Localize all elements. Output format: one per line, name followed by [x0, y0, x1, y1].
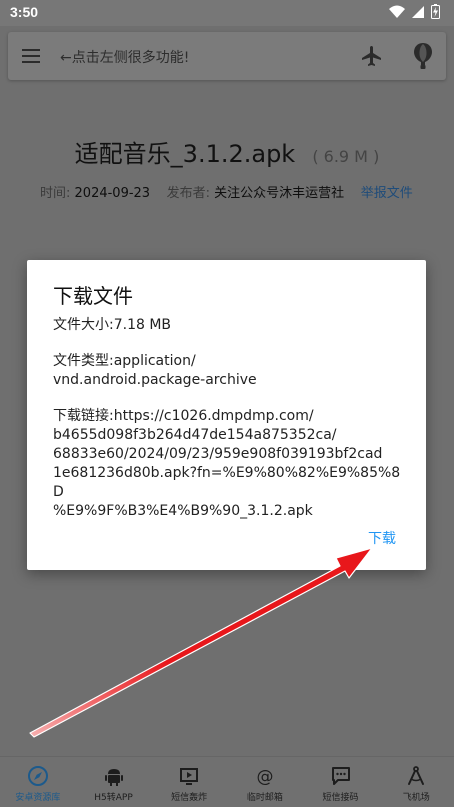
status-icons [389, 4, 440, 19]
nav-label: 安卓资源库 [15, 793, 61, 803]
nav-label: 短信轰炸 [171, 793, 208, 803]
status-time: 3:50 [10, 4, 39, 20]
status-bar: 3:50 [0, 0, 454, 26]
nav-label: 飞机场 [402, 793, 430, 803]
report-link[interactable]: 举报文件 [361, 186, 413, 201]
tv-icon [180, 768, 199, 785]
publisher-label: 发布者: [166, 186, 211, 201]
menu-icon[interactable] [22, 48, 42, 64]
publisher-value: 关注公众号沐丰运营社 [214, 186, 345, 201]
file-type-line: 文件类型:application/ vnd.android.package-ar… [53, 353, 257, 388]
nav-item-sms-bomb[interactable]: 短信轰炸 [151, 757, 227, 807]
signal-icon [412, 5, 424, 18]
nav-label: 短信接码 [322, 793, 359, 803]
compass-draw-icon [408, 766, 425, 785]
app-bar-hint: ←点击左侧很多功能! [60, 50, 190, 66]
nav-item-airport[interactable]: 飞机场 [378, 757, 454, 807]
nav-label: H5转APP [94, 793, 133, 803]
download-link-line: 下载链接:https://c1026.dmpdmp.com/ b4655d098… [53, 408, 401, 519]
nav-label: 临时邮箱 [246, 793, 283, 803]
nav-item-h5-to-app[interactable]: H5转APP [76, 757, 152, 807]
file-name: 适配音乐_3.1.2.apk [74, 140, 296, 168]
wifi-icon [389, 5, 405, 18]
dialog-title: 下载文件 [53, 284, 133, 308]
file-size-line: 文件大小:7.18 MB [53, 317, 172, 333]
battery-charging-icon [431, 4, 440, 19]
file-title: 适配音乐_3.1.2.apk ( 6.9 M ) [0, 134, 454, 169]
file-meta: 时间: 2024-09-23 发布者: 关注公众号沐丰运营社 举报文件 [40, 182, 413, 201]
download-dialog: 下载文件 文件大小:7.18 MB 文件类型:application/ vnd.… [27, 260, 426, 570]
time-label: 时间: [40, 186, 71, 201]
at-icon: @ [256, 767, 273, 787]
balloon-icon[interactable] [412, 42, 434, 70]
svg-text:@: @ [256, 767, 273, 787]
nav-item-android-resources[interactable]: 安卓资源库 [0, 757, 76, 807]
airplane-icon[interactable] [360, 44, 384, 68]
chat-icon [331, 767, 350, 785]
dialog-body: 文件大小:7.18 MB 文件类型:application/ vnd.andro… [53, 316, 403, 538]
nav-item-temp-mail[interactable]: @ 临时邮箱 [227, 757, 303, 807]
nav-item-sms-code[interactable]: 短信接码 [303, 757, 379, 807]
compass-icon [27, 766, 48, 786]
time-value: 2024-09-23 [74, 186, 151, 201]
app-bar: ←点击左侧很多功能! [8, 32, 446, 80]
download-button[interactable]: 下载 [368, 528, 396, 548]
file-size: ( 6.9 M ) [312, 147, 380, 166]
android-icon [104, 769, 123, 786]
bottom-nav: 安卓资源库 H5转APP 短信轰炸 @ 临时邮箱 短信接码 飞机场 [0, 756, 454, 807]
